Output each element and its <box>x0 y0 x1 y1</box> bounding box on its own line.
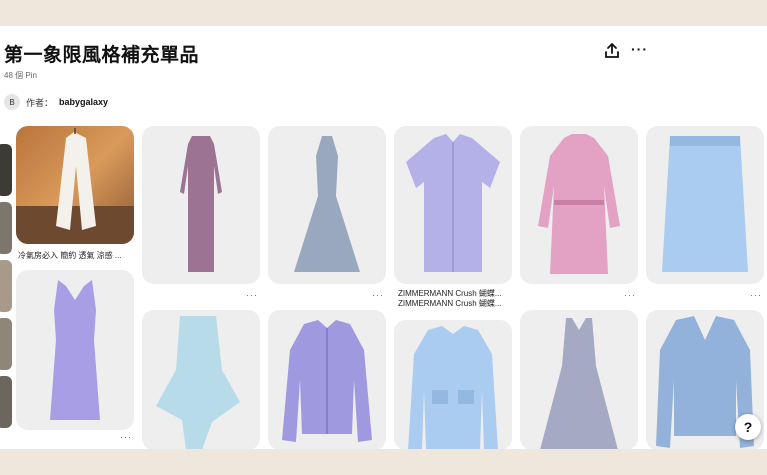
help-icon[interactable]: ? <box>735 414 761 440</box>
more-options-icon[interactable]: ··· <box>750 290 762 300</box>
partial-pin-image[interactable] <box>0 376 12 428</box>
more-options-icon[interactable]: ··· <box>631 42 651 60</box>
pin-caption[interactable]: 冷氣房必入 簡約 透氣 涼感 ... <box>18 250 136 261</box>
pin-lavender-organza-shirt[interactable] <box>394 126 512 284</box>
pin-light-blue-tweed-jacket[interactable] <box>394 320 512 449</box>
board-title: 第一象限風格補充單品 <box>4 45 200 66</box>
pin-slate-knit-dress[interactable] <box>520 310 638 449</box>
more-options-icon[interactable]: ··· <box>246 290 258 300</box>
partial-pin-image[interactable] <box>0 144 12 196</box>
pin-lavender-lace-dress[interactable] <box>16 270 134 430</box>
author-row[interactable]: B 作者： babygalaxy <box>4 94 108 110</box>
partial-pin-image[interactable] <box>0 260 12 312</box>
pin-white-cardigan[interactable] <box>16 126 134 244</box>
pin-count: 48 個 Pin <box>4 71 37 80</box>
bottom-band <box>0 449 767 475</box>
partial-pin-image[interactable] <box>0 202 12 254</box>
more-options-icon[interactable]: ··· <box>624 290 636 300</box>
share-icon[interactable] <box>603 42 621 60</box>
pin-mauve-gown[interactable] <box>142 126 260 284</box>
pin-light-blue-tweed-skirt[interactable] <box>646 126 764 284</box>
partial-pin-image[interactable] <box>0 318 12 370</box>
author-name[interactable]: babygalaxy <box>59 97 108 107</box>
pin-light-blue-knit-skirt[interactable] <box>142 310 260 449</box>
top-band <box>0 0 767 26</box>
more-options-icon[interactable]: ··· <box>372 290 384 300</box>
more-options-icon[interactable]: ··· <box>120 432 132 442</box>
pin-pink-tweed-dress[interactable] <box>520 126 638 284</box>
pin-caption-secondary[interactable]: ZIMMERMANN Crush 蝴蝶... <box>398 298 516 309</box>
author-prefix: 作者： <box>26 97 54 108</box>
avatar[interactable]: B <box>4 94 20 110</box>
board-page: 第一象限風格補充單品 48 個 Pin ··· B 作者： babygalaxy… <box>0 26 767 449</box>
pin-lavender-tweed-jacket[interactable] <box>268 310 386 449</box>
pin-silver-satin-gown[interactable] <box>268 126 386 284</box>
